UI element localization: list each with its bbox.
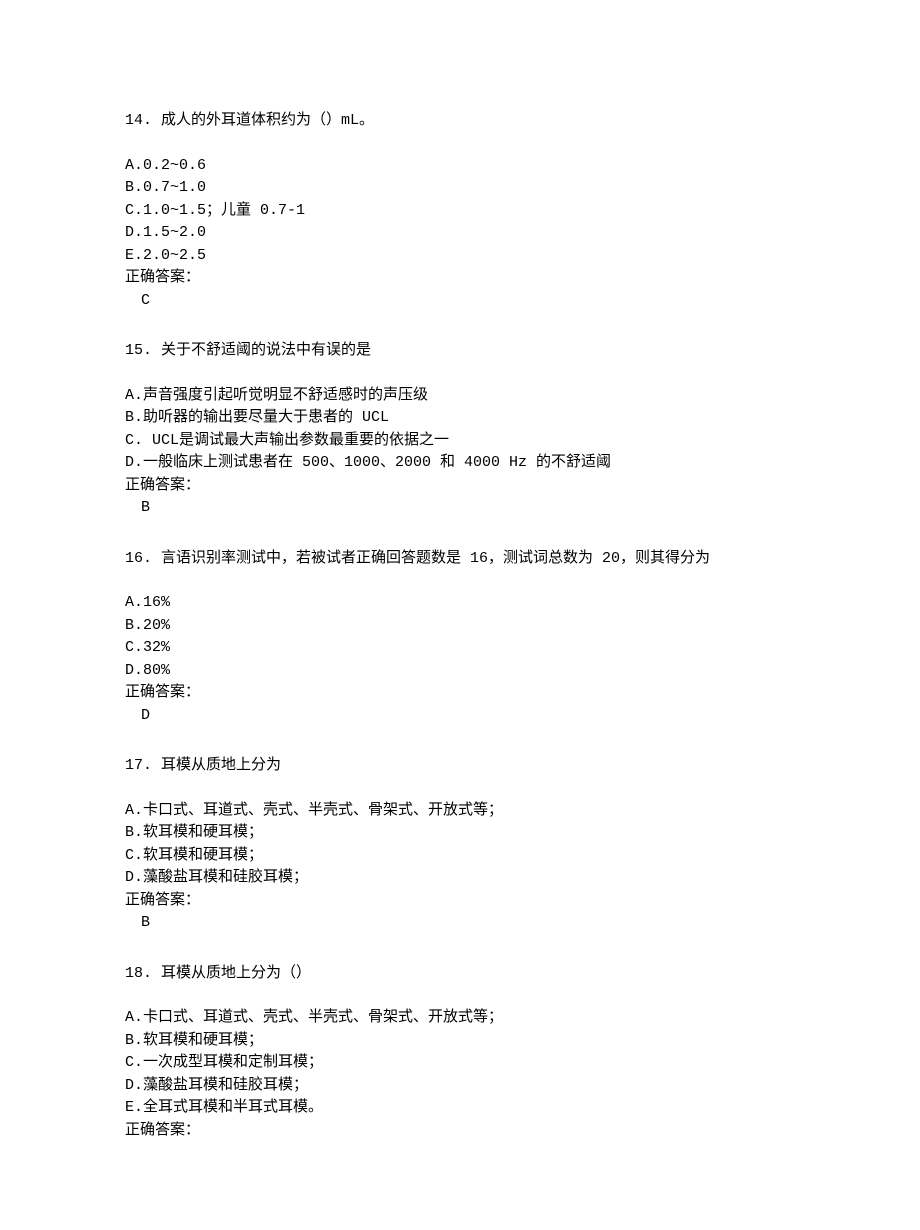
answer-label: 正确答案： xyxy=(125,890,795,913)
question-number: 16. xyxy=(125,550,152,567)
option-d: D.80% xyxy=(125,660,795,683)
option-c: C. UCL是调试最大声输出参数最重要的依据之一 xyxy=(125,430,795,453)
option-b: B.0.7~1.0 xyxy=(125,177,795,200)
option-d: D.藻酸盐耳模和硅胶耳模； xyxy=(125,867,795,890)
question-number: 18. xyxy=(125,965,152,982)
option-c: C.32% xyxy=(125,637,795,660)
question-14: 14. 成人的外耳道体积约为（）mL。 A.0.2~0.6 B.0.7~1.0 … xyxy=(125,110,795,312)
answer-label: 正确答案： xyxy=(125,267,795,290)
option-d: D.藻酸盐耳模和硅胶耳模； xyxy=(125,1075,795,1098)
option-e: E.2.0~2.5 xyxy=(125,245,795,268)
answer-label: 正确答案： xyxy=(125,1120,795,1143)
option-e: E.全耳式耳模和半耳式耳模。 xyxy=(125,1097,795,1120)
question-body: 关于不舒适阈的说法中有误的是 xyxy=(161,342,371,359)
answer-value: D xyxy=(125,705,795,728)
question-text: 18. 耳模从质地上分为（） xyxy=(125,963,795,986)
answer-label: 正确答案： xyxy=(125,682,795,705)
question-number: 17. xyxy=(125,757,152,774)
option-b: B.助听器的输出要尽量大于患者的 UCL xyxy=(125,407,795,430)
option-a: A.16% xyxy=(125,592,795,615)
option-d: D.1.5~2.0 xyxy=(125,222,795,245)
question-text: 15. 关于不舒适阈的说法中有误的是 xyxy=(125,340,795,363)
option-b: B.软耳模和硬耳模； xyxy=(125,1030,795,1053)
option-a: A.0.2~0.6 xyxy=(125,155,795,178)
question-number: 14. xyxy=(125,112,152,129)
option-c: C.1.0~1.5；儿童 0.7-1 xyxy=(125,200,795,223)
answer-value: B xyxy=(125,912,795,935)
question-number: 15. xyxy=(125,342,152,359)
option-a: A.卡口式、耳道式、壳式、半壳式、骨架式、开放式等； xyxy=(125,800,795,823)
question-body: 耳模从质地上分为 xyxy=(161,757,281,774)
question-body: 言语识别率测试中，若被试者正确回答题数是 16，测试词总数为 20，则其得分为 xyxy=(161,550,710,567)
option-c: C.一次成型耳模和定制耳模； xyxy=(125,1052,795,1075)
option-d: D.一般临床上测试患者在 500、1000、2000 和 4000 Hz 的不舒… xyxy=(125,452,795,475)
answer-value: B xyxy=(125,497,795,520)
question-text: 16. 言语识别率测试中，若被试者正确回答题数是 16，测试词总数为 20，则其… xyxy=(125,548,795,571)
option-b: B.20% xyxy=(125,615,795,638)
answer-value: C xyxy=(125,290,795,313)
question-text: 14. 成人的外耳道体积约为（）mL。 xyxy=(125,110,795,133)
question-body: 耳模从质地上分为（） xyxy=(161,965,311,982)
question-15: 15. 关于不舒适阈的说法中有误的是 A.声音强度引起听觉明显不舒适感时的声压级… xyxy=(125,340,795,520)
question-text: 17. 耳模从质地上分为 xyxy=(125,755,795,778)
question-18: 18. 耳模从质地上分为（） A.卡口式、耳道式、壳式、半壳式、骨架式、开放式等… xyxy=(125,963,795,1143)
option-c: C.软耳模和硬耳模； xyxy=(125,845,795,868)
question-17: 17. 耳模从质地上分为 A.卡口式、耳道式、壳式、半壳式、骨架式、开放式等； … xyxy=(125,755,795,935)
option-a: A.卡口式、耳道式、壳式、半壳式、骨架式、开放式等； xyxy=(125,1007,795,1030)
question-body: 成人的外耳道体积约为（）mL。 xyxy=(161,112,374,129)
option-b: B.软耳模和硬耳模； xyxy=(125,822,795,845)
answer-label: 正确答案： xyxy=(125,475,795,498)
option-a: A.声音强度引起听觉明显不舒适感时的声压级 xyxy=(125,385,795,408)
question-16: 16. 言语识别率测试中，若被试者正确回答题数是 16，测试词总数为 20，则其… xyxy=(125,548,795,728)
